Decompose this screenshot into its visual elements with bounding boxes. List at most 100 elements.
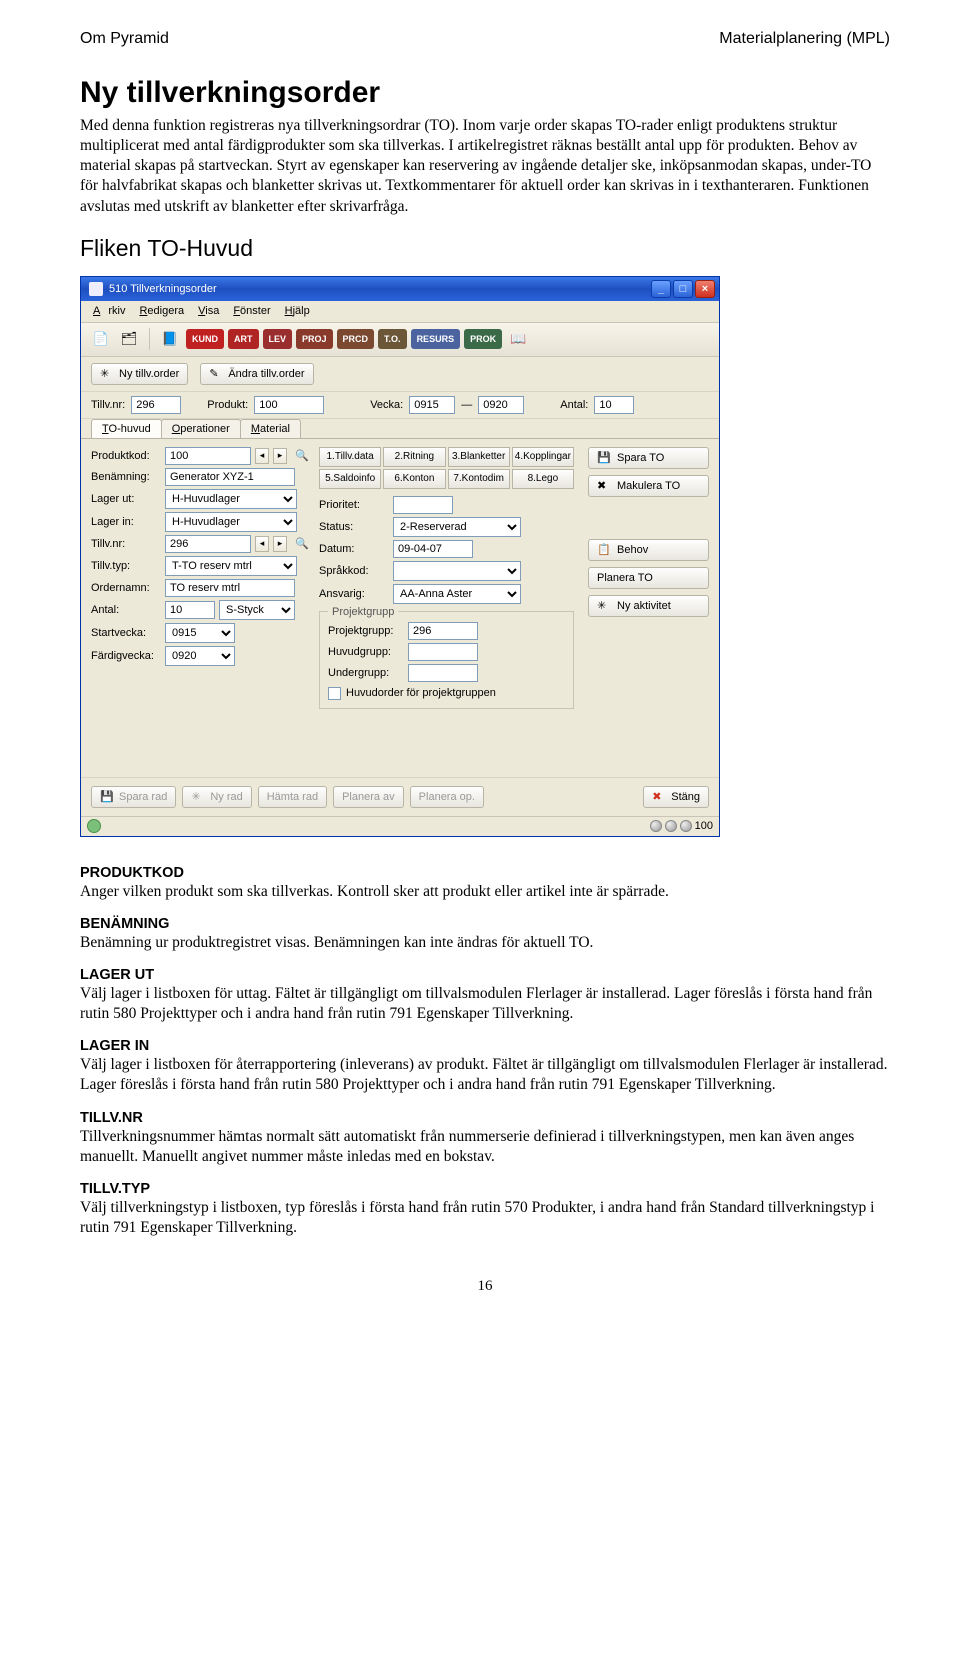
sum-produkt-label: Produkt:: [207, 399, 248, 411]
pill-lev[interactable]: LEV: [263, 329, 293, 349]
close-button[interactable]: ×: [695, 280, 715, 298]
header-right: Materialplanering (MPL): [719, 30, 890, 48]
prev-icon[interactable]: ◂: [255, 448, 269, 464]
sprakkod-label: Språkkod:: [319, 565, 389, 577]
sec-tillvnr-body: Tillverkningsnummer hämtas normalt sätt …: [80, 1127, 890, 1167]
sum-vecka-end: [478, 396, 524, 414]
pill-resurs[interactable]: RESURS: [411, 329, 461, 349]
planera-to-button[interactable]: Planera TO: [588, 567, 709, 589]
btn-konton[interactable]: 6.Konton: [383, 469, 445, 489]
status-select[interactable]: 2-Reserverad: [393, 517, 521, 537]
pill-kund[interactable]: KUND: [186, 329, 224, 349]
lagerut-label: Lager ut:: [91, 493, 161, 505]
ny-aktivitet-button[interactable]: ✳Ny aktivitet: [588, 595, 709, 617]
search2-icon[interactable]: 🔍: [295, 537, 309, 550]
status-ball-1: [650, 820, 662, 832]
ansvarig-select[interactable]: AA-Anna Aster: [393, 584, 521, 604]
star-icon: ✳: [100, 367, 114, 381]
save-icon: 💾: [100, 790, 114, 804]
btn-saldoinfo[interactable]: 5.Saldoinfo: [319, 469, 381, 489]
startvecka-label: Startvecka:: [91, 627, 161, 639]
pill-prcd[interactable]: PRCD: [337, 329, 375, 349]
prioritet-input[interactable]: [393, 496, 453, 514]
spara-to-button[interactable]: 💾Spara TO: [588, 447, 709, 469]
new-icon: ✳: [597, 599, 611, 613]
tillvtyp-select[interactable]: T-TO reserv mtrl: [165, 556, 297, 576]
fardigvecka-select[interactable]: 0920: [165, 646, 235, 666]
tillvnr-input[interactable]: [165, 535, 251, 553]
prev2-icon[interactable]: ◂: [255, 536, 269, 552]
stang-button[interactable]: ✖Stäng: [643, 786, 709, 808]
btn-blanketter[interactable]: 3.Blanketter: [448, 447, 510, 467]
lagerin-label: Lager in:: [91, 516, 161, 528]
undergrupp-input[interactable]: [408, 664, 478, 682]
sec-benamning-head: BENÄMNING: [80, 916, 890, 932]
menu-fonster[interactable]: Fönster: [229, 303, 274, 319]
lagerin-select[interactable]: H-Huvudlager: [165, 512, 297, 532]
btn-lego[interactable]: 8.Lego: [512, 469, 574, 489]
ordernamn-label: Ordernamn:: [91, 582, 161, 594]
btn-ritning[interactable]: 2.Ritning: [383, 447, 445, 467]
btn-tillvdata[interactable]: 1.Tillv.data: [319, 447, 381, 467]
huvudgrupp-input[interactable]: [408, 643, 478, 661]
status-ball-3: [680, 820, 692, 832]
menu-arkiv[interactable]: Arkiv: [89, 303, 129, 319]
new-icon: ✳: [191, 790, 205, 804]
produktkod-input[interactable]: [165, 447, 251, 465]
toolbar-icon-1[interactable]: 📄: [89, 327, 113, 351]
pill-art[interactable]: ART: [228, 329, 259, 349]
toolbar: 📄 🗂 📘 KUND ART LEV PROJ PRCD T.O. RESURS…: [81, 323, 719, 357]
behov-button[interactable]: 📋Behov: [588, 539, 709, 561]
toolbar-sep: [149, 328, 150, 350]
startvecka-select[interactable]: 0915: [165, 623, 235, 643]
minimize-button[interactable]: _: [651, 280, 671, 298]
toolbar-icon-2[interactable]: 🗂: [117, 327, 141, 351]
new-order-button[interactable]: ✳Ny tillv.order: [91, 363, 188, 385]
hamta-rad-button: Hämta rad: [258, 786, 327, 808]
header-left: Om Pyramid: [80, 30, 169, 48]
tab-operationer[interactable]: Operationer: [161, 419, 241, 438]
pill-proj[interactable]: PROJ: [296, 329, 333, 349]
fardigvecka-label: Färdigvecka:: [91, 650, 161, 662]
maximize-button[interactable]: □: [673, 280, 693, 298]
ordernamn-input[interactable]: [165, 579, 295, 597]
pill-to[interactable]: T.O.: [378, 329, 407, 349]
projektgrupp-input[interactable]: [408, 622, 478, 640]
huvudorder-checkbox[interactable]: [328, 687, 341, 700]
sec-lagerut-head: LAGER UT: [80, 967, 890, 983]
status-icon: [87, 819, 101, 833]
next2-icon[interactable]: ▸: [273, 536, 287, 552]
planera-op-button: Planera op.: [410, 786, 484, 808]
antal-enhet-select[interactable]: S-Styck: [219, 600, 295, 620]
menu-redigera[interactable]: Redigera: [135, 303, 188, 319]
sec-produktkod-head: PRODUKTKOD: [80, 865, 890, 881]
toolbar-icon-book[interactable]: 📖: [506, 327, 530, 351]
edit-order-button[interactable]: ✎Ändra tillv.order: [200, 363, 313, 385]
sec-lagerin-head: LAGER IN: [80, 1038, 890, 1054]
page-title: Ny tillverkningsorder: [80, 76, 890, 110]
search-icon[interactable]: 🔍: [295, 449, 309, 462]
tab-tohuvud[interactable]: TO-huvud: [91, 419, 162, 438]
btn-kopplingar[interactable]: 4.Kopplingar: [512, 447, 574, 467]
window-title: 510 Tillverkningsorder: [109, 283, 217, 295]
menu-visa[interactable]: Visa: [194, 303, 223, 319]
menu-hjalp[interactable]: Hjälp: [281, 303, 314, 319]
datum-input[interactable]: [393, 540, 473, 558]
produktkod-label: Produktkod:: [91, 450, 161, 462]
antal-input[interactable]: [165, 601, 215, 619]
pill-prok[interactable]: PROK: [464, 329, 502, 349]
sec-tillvtyp-body: Välj tillverkningstyp i listboxen, typ f…: [80, 1198, 890, 1238]
makulera-to-button[interactable]: ✖Makulera TO: [588, 475, 709, 497]
sum-antal-label: Antal:: [560, 399, 588, 411]
tab-material[interactable]: Material: [240, 419, 301, 438]
next-icon[interactable]: ▸: [273, 448, 287, 464]
benamning-input[interactable]: [165, 468, 295, 486]
btn-kontodim[interactable]: 7.Kontodim: [448, 469, 510, 489]
toolbar-icon-3[interactable]: 📘: [158, 327, 182, 351]
projektgrupp-label: Projektgrupp:: [328, 625, 404, 637]
sum-tillvnr-label: Tillv.nr:: [91, 399, 125, 411]
lagerut-select[interactable]: H-Huvudlager: [165, 489, 297, 509]
ansvarig-label: Ansvarig:: [319, 588, 389, 600]
sprakkod-select[interactable]: [393, 561, 521, 581]
projektgrupp-frame-title: Projektgrupp: [328, 606, 398, 618]
